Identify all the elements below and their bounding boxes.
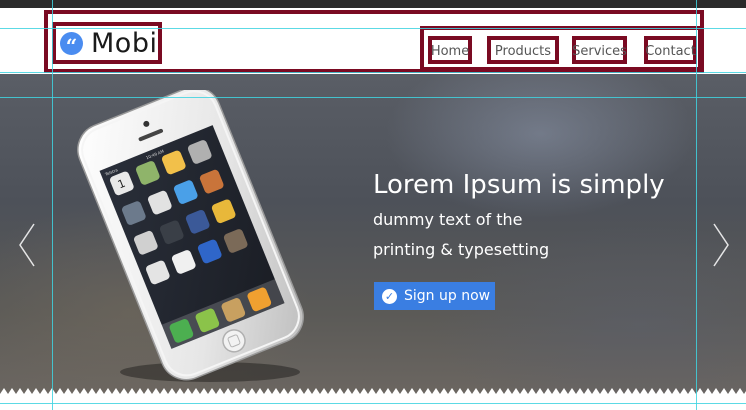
chevron-left-icon[interactable] <box>16 222 38 268</box>
guide-line <box>0 97 746 98</box>
guide-line <box>696 0 697 410</box>
guide-line <box>0 72 746 73</box>
hero-title: Lorem Ipsum is simply <box>373 170 665 200</box>
top-bar <box>0 0 746 8</box>
quote-icon: “ <box>60 31 83 56</box>
page-below-hero <box>0 394 746 410</box>
chevron-right-icon[interactable] <box>710 222 732 268</box>
logo-text: Mobi <box>91 27 158 59</box>
hero-slider: 1 Telstra 10:49 AM Lorem Ipsum is simply… <box>0 74 746 394</box>
guide-line <box>52 0 53 410</box>
hero-subtitle-line1: dummy text of the <box>373 210 523 229</box>
signup-label: Sign up now <box>404 288 491 304</box>
nav-item-services[interactable]: Services <box>572 36 627 64</box>
nav-item-products[interactable]: Products <box>487 36 559 64</box>
phone-image: 1 Telstra 10:49 AM <box>77 90 304 382</box>
check-circle-icon: ✓ <box>382 288 397 304</box>
hero-subtitle-line2: printing & typesetting <box>373 240 550 259</box>
guide-line <box>0 403 746 404</box>
nav-item-contact[interactable]: Contact <box>644 36 697 64</box>
guide-line <box>0 28 746 29</box>
signup-button[interactable]: ✓ Sign up now <box>374 282 495 310</box>
nav-item-home[interactable]: Home <box>428 36 472 64</box>
